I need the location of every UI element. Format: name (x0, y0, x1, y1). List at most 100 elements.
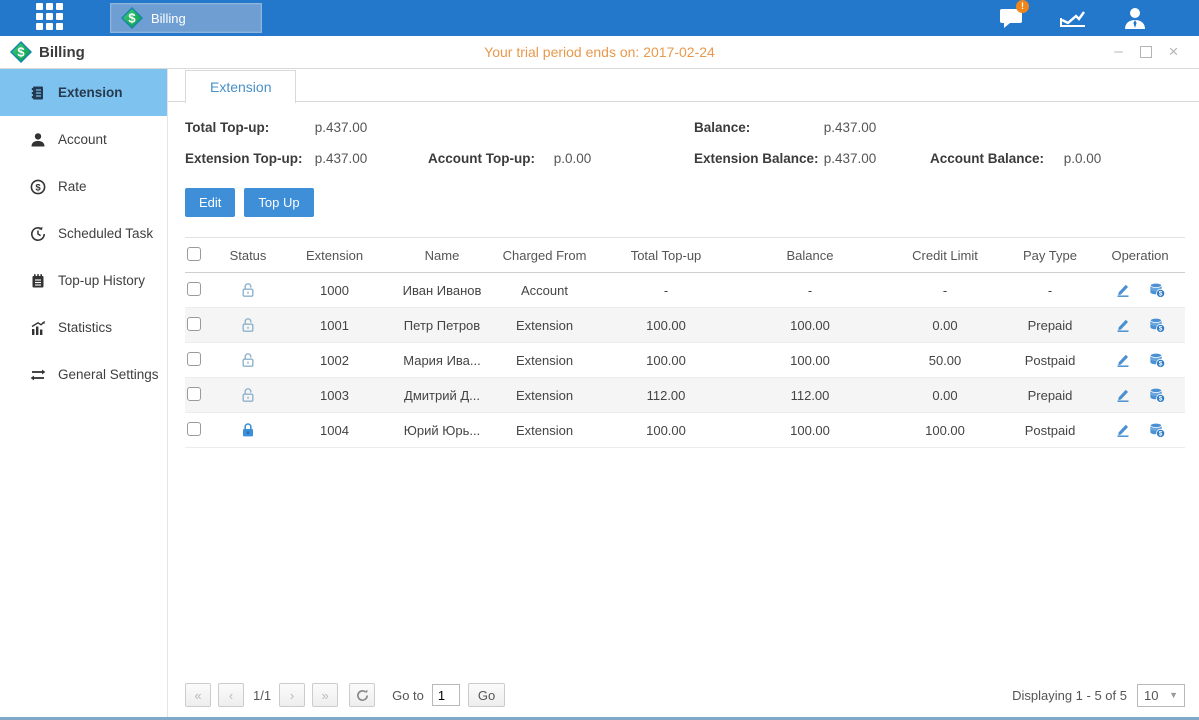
topup-row-icon[interactable] (1149, 387, 1165, 403)
tab-extension[interactable]: Extension (185, 70, 296, 103)
lock-status-icon (240, 422, 256, 437)
cell-pay-type: Postpaid (1005, 353, 1095, 368)
cell-name: Иван Иванов (392, 283, 492, 298)
sidebar-item-label: Scheduled Task (58, 226, 153, 241)
edit-row-icon[interactable] (1115, 387, 1131, 403)
next-page-button[interactable]: › (279, 683, 305, 707)
top-up-button[interactable]: Top Up (244, 188, 313, 217)
rate-dollar-icon: $ (30, 179, 46, 195)
account-topup-field: Account Top-up: p.0.00 (428, 151, 694, 166)
sidebar-item-extension[interactable]: Extension (0, 69, 167, 116)
cell-balance: 100.00 (735, 353, 885, 368)
balance-label: Balance: (694, 120, 820, 135)
notification-badge: ! (1016, 0, 1029, 13)
col-name: Name (392, 248, 492, 263)
cell-charged-from: Extension (492, 353, 597, 368)
topbar-billing-tab[interactable]: Billing (110, 3, 262, 33)
col-balance: Balance (735, 248, 885, 263)
total-topup-field: Total Top-up: p.437.00 (185, 120, 694, 135)
cell-total-topup: 100.00 (597, 423, 735, 438)
extensions-table: Status Extension Name Charged From Total… (185, 237, 1185, 448)
close-button[interactable]: × (1166, 45, 1181, 60)
user-account-icon[interactable] (1119, 5, 1151, 31)
lock-status-icon (240, 282, 256, 297)
page-size-select[interactable]: 10 ▼ (1137, 684, 1185, 707)
pagination-bar: « ‹ 1/1 › » Go to Go Displaying 1 - 5 of… (185, 683, 1185, 707)
cell-charged-from: Account (492, 283, 597, 298)
first-page-button[interactable]: « (185, 683, 211, 707)
billing-diamond-icon (121, 7, 143, 29)
tab-label: Extension (210, 79, 271, 95)
edit-row-icon[interactable] (1115, 422, 1131, 438)
lock-status-icon (240, 317, 256, 332)
row-checkbox[interactable] (187, 317, 201, 331)
row-checkbox[interactable] (187, 422, 201, 436)
sidebar-item-statistics[interactable]: Statistics (0, 304, 167, 351)
prev-page-button[interactable]: ‹ (218, 683, 244, 707)
select-all-checkbox[interactable] (187, 247, 201, 261)
goto-page-input[interactable] (432, 684, 460, 706)
col-operation: Operation (1095, 248, 1185, 263)
edit-button[interactable]: Edit (185, 188, 235, 217)
statistics-chart-icon[interactable] (1057, 5, 1089, 31)
go-button[interactable]: Go (468, 683, 505, 707)
account-balance-value: p.0.00 (1064, 151, 1102, 166)
window-title: Billing (39, 44, 85, 61)
cell-name: Юрий Юрь... (392, 423, 492, 438)
last-page-button[interactable]: » (312, 683, 338, 707)
row-checkbox[interactable] (187, 352, 201, 366)
topup-row-icon[interactable] (1149, 317, 1165, 333)
statistics-bars-icon (30, 320, 46, 336)
cell-pay-type: Prepaid (1005, 318, 1095, 333)
sidebar-item-scheduled-task[interactable]: Scheduled Task (0, 210, 167, 257)
main-content: Extension Total Top-up: p.437.00 Balance… (168, 69, 1199, 717)
cell-total-topup: 100.00 (597, 353, 735, 368)
cell-charged-from: Extension (492, 423, 597, 438)
displaying-text: Displaying 1 - 5 of 5 (1012, 688, 1127, 703)
row-checkbox[interactable] (187, 282, 201, 296)
edit-row-icon[interactable] (1115, 317, 1131, 333)
refresh-button[interactable] (349, 683, 375, 707)
cell-credit-limit: 50.00 (885, 353, 1005, 368)
cell-total-topup: 112.00 (597, 388, 735, 403)
table-row: 1001 Петр Петров Extension 100.00 100.00… (185, 308, 1185, 343)
topup-row-icon[interactable] (1149, 352, 1165, 368)
extension-balance-field: Extension Balance: p.437.00 (694, 151, 930, 166)
table-row: 1004 Юрий Юрь... Extension 100.00 100.00… (185, 413, 1185, 448)
scheduled-task-clock-icon (30, 226, 46, 242)
col-charged-from: Charged From (492, 248, 597, 263)
cell-total-topup: - (597, 283, 735, 298)
edit-row-icon[interactable] (1115, 282, 1131, 298)
edit-row-icon[interactable] (1115, 352, 1131, 368)
lock-status-icon (240, 352, 256, 367)
topup-row-icon[interactable] (1149, 282, 1165, 298)
cell-extension: 1000 (277, 283, 392, 298)
cell-balance: 112.00 (735, 388, 885, 403)
os-topbar: Billing ! (0, 0, 1199, 36)
extension-topup-field: Extension Top-up: p.437.00 (185, 151, 428, 166)
balance-field: Balance: p.437.00 (694, 120, 1182, 135)
total-topup-value: p.437.00 (315, 120, 368, 135)
lock-status-icon (240, 387, 256, 402)
apps-grid-icon[interactable] (36, 3, 66, 33)
sidebar-item-topup-history[interactable]: Top-up History (0, 257, 167, 304)
sidebar-item-rate[interactable]: $ Rate (0, 163, 167, 210)
cell-balance: 100.00 (735, 423, 885, 438)
sidebar-item-label: Statistics (58, 320, 112, 335)
sidebar-item-general-settings[interactable]: General Settings (0, 351, 167, 398)
cell-balance: - (735, 283, 885, 298)
cell-extension: 1003 (277, 388, 392, 403)
messages-icon[interactable]: ! (995, 5, 1027, 31)
sidebar-item-account[interactable]: Account (0, 116, 167, 163)
minimize-button[interactable]: – (1111, 45, 1126, 60)
topup-row-icon[interactable] (1149, 422, 1165, 438)
extension-topup-value: p.437.00 (315, 151, 368, 166)
account-topup-label: Account Top-up: (428, 151, 550, 166)
tabstrip: Extension (168, 69, 1199, 102)
cell-pay-type: Postpaid (1005, 423, 1095, 438)
sidebar: Extension Account $ Rate Scheduled Task (0, 69, 168, 717)
maximize-button[interactable] (1140, 46, 1152, 58)
cell-charged-from: Extension (492, 318, 597, 333)
sidebar-item-label: Rate (58, 179, 87, 194)
row-checkbox[interactable] (187, 387, 201, 401)
